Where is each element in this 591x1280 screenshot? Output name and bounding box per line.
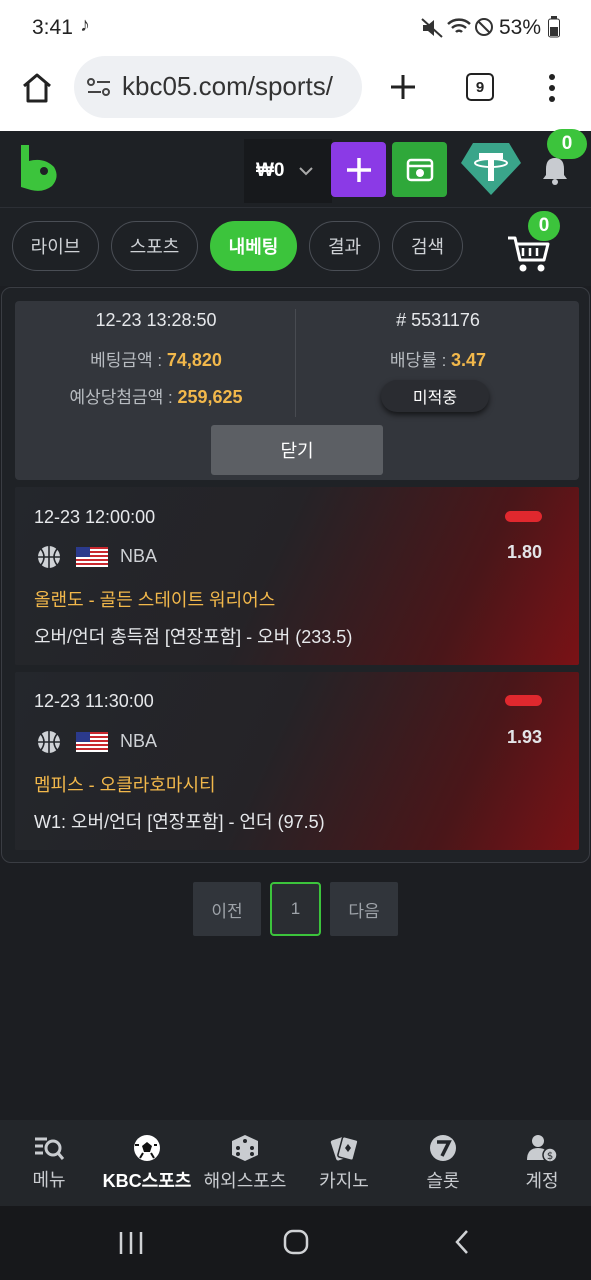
nav-kbc-sports[interactable]: KBC스포츠 bbox=[98, 1120, 196, 1206]
next-page-button[interactable]: 다음 bbox=[330, 882, 398, 936]
nav-casino[interactable]: 카지노 bbox=[295, 1120, 393, 1206]
bet-datetime: 12-23 13:28:50 bbox=[95, 310, 217, 330]
bet-id: # 5531176 bbox=[396, 310, 480, 330]
nav-label: KBC스포츠 bbox=[102, 1171, 192, 1191]
cashier-button[interactable] bbox=[392, 142, 447, 197]
pagination: 이전 1 다음 bbox=[0, 882, 591, 936]
site-header: ₩0 0 bbox=[0, 129, 591, 208]
expected-win-label: 예상당첨금액 : bbox=[69, 388, 173, 407]
system-navigation bbox=[0, 1206, 591, 1280]
tab-sports[interactable]: 스포츠 bbox=[111, 221, 198, 271]
more-icon[interactable] bbox=[544, 72, 560, 104]
match-name: 올랜도 - 골든 스테이트 워리어스 bbox=[34, 590, 276, 610]
notification-badge: 0 bbox=[547, 129, 587, 159]
back-icon[interactable] bbox=[452, 1228, 472, 1256]
url-text: kbc05.com/sports/ bbox=[122, 71, 333, 101]
svg-text:$: $ bbox=[547, 1151, 553, 1162]
cart-badge: 0 bbox=[528, 211, 560, 241]
battery-icon bbox=[548, 16, 560, 38]
match-name: 멤피스 - 오클라호마시티 bbox=[34, 775, 216, 795]
menu-search-icon bbox=[35, 1137, 65, 1160]
tab-results[interactable]: 결과 bbox=[309, 221, 380, 271]
site-settings-icon[interactable] bbox=[86, 76, 112, 98]
soccer-ball-icon bbox=[134, 1135, 160, 1161]
nav-slots[interactable]: 슬롯 bbox=[394, 1120, 492, 1206]
loss-indicator bbox=[505, 695, 542, 706]
new-tab-icon[interactable] bbox=[388, 72, 418, 102]
chevron-down-icon bbox=[298, 167, 313, 176]
bell-icon[interactable] bbox=[540, 155, 570, 185]
us-flag-icon bbox=[76, 547, 108, 567]
kbc-logo-icon[interactable] bbox=[18, 143, 60, 193]
bet-item-odds: 1.80 bbox=[506, 542, 542, 562]
tab-my-bets[interactable]: 내베팅 bbox=[210, 221, 297, 271]
balance-amount: ₩0 bbox=[256, 160, 285, 181]
bet-amount-label: 베팅금액 : bbox=[90, 351, 163, 370]
bet-item-odds: 1.93 bbox=[506, 727, 542, 747]
bet-item-datetime: 12-23 11:30:00 bbox=[34, 691, 154, 711]
nav-menu[interactable]: 메뉴 bbox=[0, 1120, 98, 1206]
nav-label: 계정 bbox=[525, 1171, 559, 1191]
basketball-icon bbox=[38, 731, 60, 753]
prev-page-button[interactable]: 이전 bbox=[193, 882, 261, 936]
bet-slip-panel: 12-23 13:28:50 # 5531176 베팅금액 : 74,820 배… bbox=[1, 287, 590, 863]
nav-account[interactable]: $ 계정 bbox=[493, 1120, 591, 1206]
us-flag-icon bbox=[76, 732, 108, 752]
odds-label: 배당률 : bbox=[389, 351, 447, 370]
tab-switcher-button[interactable]: 9 bbox=[466, 73, 494, 101]
browser-toolbar: kbc05.com/sports/ 9 bbox=[0, 56, 591, 131]
page-1-button[interactable]: 1 bbox=[270, 882, 321, 936]
expected-win-value: 259,625 bbox=[177, 387, 243, 407]
home-button-icon[interactable] bbox=[282, 1228, 310, 1256]
balance-dropdown[interactable]: ₩0 bbox=[244, 139, 332, 203]
loss-indicator bbox=[505, 511, 542, 522]
close-button[interactable]: 닫기 bbox=[211, 425, 383, 475]
bottom-navigation: 메뉴 KBC스포츠 해외스포츠 카지노 슬롯 $ 계정 bbox=[0, 1120, 591, 1206]
nav-label: 카지노 bbox=[319, 1171, 369, 1191]
account-icon: $ bbox=[527, 1135, 558, 1163]
bet-item: 12-23 11:30:00 NBA 1.93 멤피스 - 오클라호마시티 W1… bbox=[15, 672, 579, 850]
status-time: 3:41 bbox=[32, 16, 73, 39]
nav-label: 해외스포츠 bbox=[203, 1171, 287, 1191]
odds-value: 3.47 bbox=[451, 350, 487, 370]
cash-register-icon bbox=[406, 158, 433, 181]
nav-overseas-sports[interactable]: 해외스포츠 bbox=[196, 1120, 294, 1206]
basketball-icon bbox=[38, 546, 60, 568]
home-icon[interactable] bbox=[20, 71, 54, 105]
recent-apps-icon[interactable] bbox=[118, 1230, 144, 1256]
cards-icon bbox=[330, 1135, 359, 1161]
tab-search[interactable]: 검색 bbox=[392, 221, 463, 271]
plus-icon bbox=[346, 157, 371, 182]
league-name: NBA bbox=[120, 731, 158, 751]
mute-icon bbox=[421, 18, 443, 38]
nav-label: 메뉴 bbox=[32, 1170, 66, 1190]
market-selection: W1: 오버/언더 [연장포함] - 언더 (97.5) bbox=[34, 812, 325, 832]
nav-label: 슬롯 bbox=[426, 1171, 460, 1191]
wifi-icon bbox=[447, 18, 471, 33]
bet-summary: 12-23 13:28:50 # 5531176 베팅금액 : 74,820 배… bbox=[15, 301, 579, 480]
dnd-icon bbox=[475, 18, 493, 36]
dice-icon bbox=[232, 1135, 258, 1161]
battery-percent: 53% bbox=[499, 16, 542, 39]
market-selection: 오버/언더 총득점 [연장포함] - 오버 (233.5) bbox=[34, 627, 353, 647]
expected-win-row: 예상당첨금액 : 259,625 bbox=[15, 383, 297, 408]
slot-seven-icon bbox=[430, 1135, 456, 1161]
tether-icon[interactable] bbox=[459, 141, 523, 197]
league-name: NBA bbox=[120, 546, 158, 566]
tiktok-icon: ♪ bbox=[80, 14, 90, 36]
bet-item-datetime: 12-23 12:00:00 bbox=[34, 507, 156, 527]
deposit-button[interactable] bbox=[331, 142, 386, 197]
main-content: 12-23 13:28:50 # 5531176 베팅금액 : 74,820 배… bbox=[0, 286, 591, 1120]
address-bar[interactable]: kbc05.com/sports/ bbox=[74, 56, 362, 118]
status-badge: 미적중 bbox=[381, 380, 489, 412]
status-bar: 3:41 ♪ 53% bbox=[0, 0, 591, 56]
bet-tabs: 라이브 스포츠 내베팅 결과 검색 0 bbox=[0, 208, 591, 286]
bet-item: 12-23 12:00:00 NBA 1.80 올랜도 - 골든 스테이트 워리… bbox=[15, 487, 579, 665]
tab-live[interactable]: 라이브 bbox=[12, 221, 99, 271]
bet-amount-value: 74,820 bbox=[166, 350, 222, 370]
odds-row: 배당률 : 3.47 bbox=[297, 346, 579, 371]
bet-amount-row: 베팅금액 : 74,820 bbox=[15, 346, 297, 371]
